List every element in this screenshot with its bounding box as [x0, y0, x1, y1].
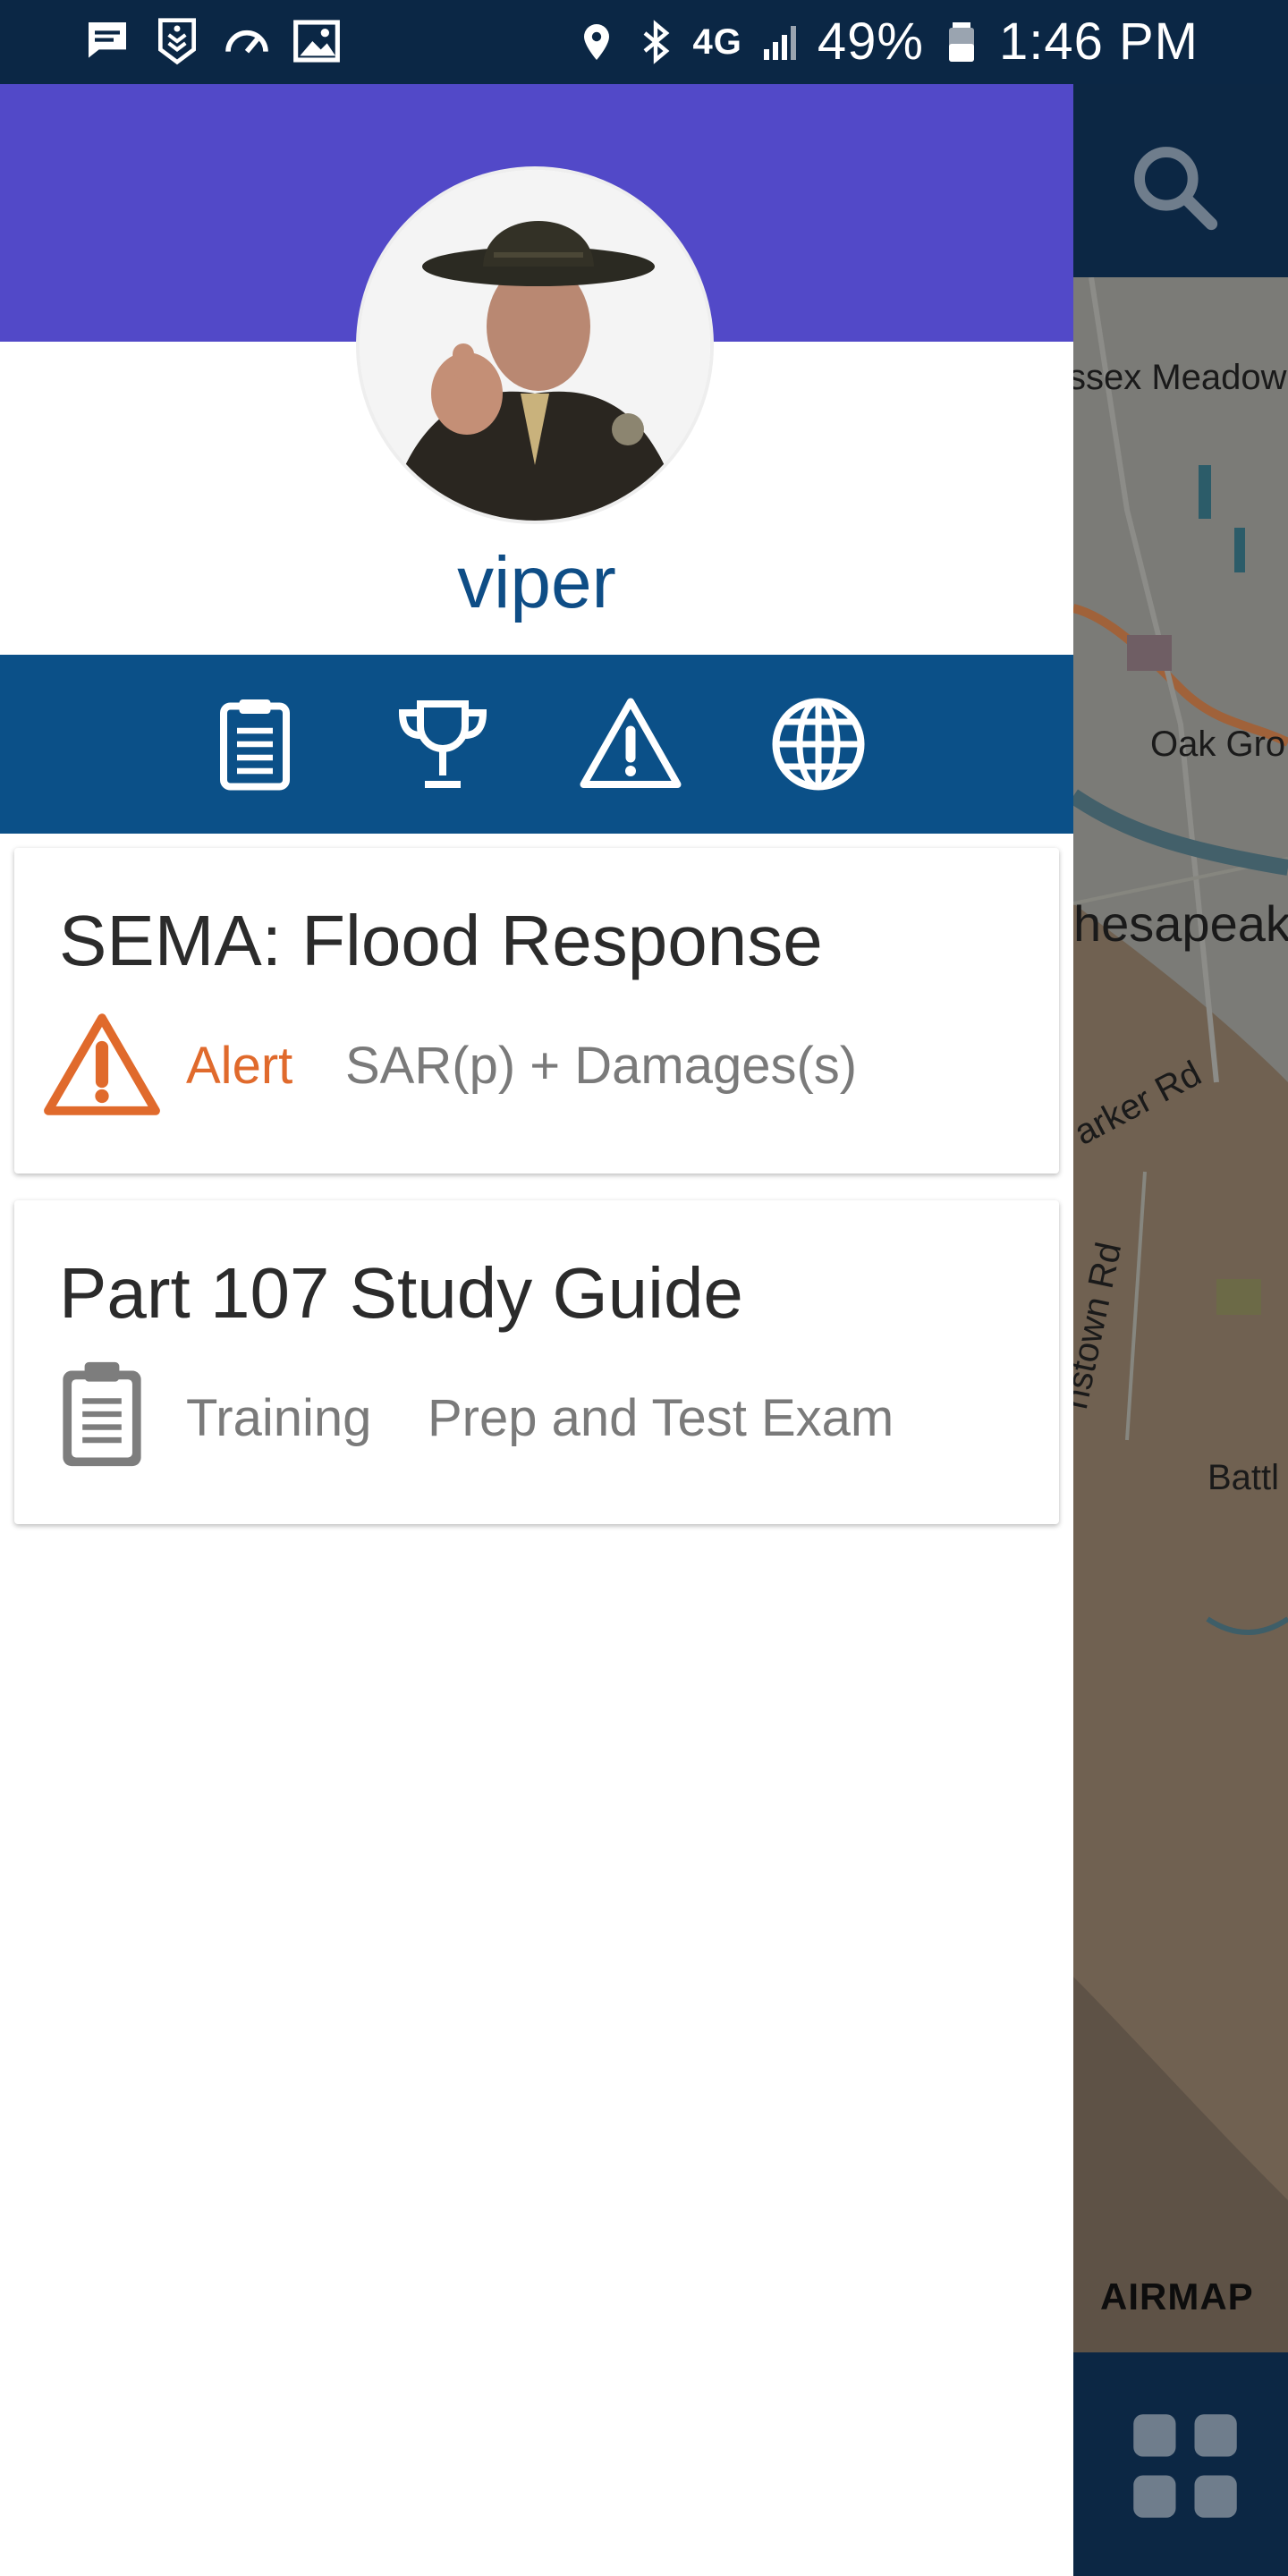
- drawer-nav-bar: [0, 655, 1073, 834]
- location-pin-icon: [583, 24, 609, 60]
- network-type: 4G: [692, 22, 742, 62]
- card-tag: Alert: [186, 1037, 293, 1095]
- mission-card[interactable]: SEMA: Flood Response Alert SAR(p) + Dama…: [14, 848, 1059, 1174]
- message-icon: [89, 22, 126, 58]
- clock: 1:46 PM: [999, 13, 1199, 71]
- alert-triangle-icon: [44, 1013, 160, 1115]
- bluetooth-icon: [643, 20, 669, 64]
- trophy-icon[interactable]: [389, 691, 496, 798]
- map-label: Oak Gro: [1150, 724, 1286, 764]
- map-view[interactable]: ssex Meadow Oak Gro hesapeak arker Rd ns…: [1073, 84, 1288, 2576]
- search-icon[interactable]: [1125, 138, 1224, 236]
- map-canvas[interactable]: ssex Meadow Oak Gro hesapeak arker Rd ns…: [1073, 277, 1288, 2352]
- map-toolbar: [1073, 84, 1288, 277]
- card-title: Part 107 Study Guide: [59, 1253, 743, 1333]
- card-tag: Training: [186, 1389, 372, 1447]
- status-bar: 4G 49% 1:46 PM: [0, 0, 1288, 84]
- airmap-logo: AIRMAP: [1100, 2275, 1254, 2318]
- card-description: Prep and Test Exam: [428, 1389, 894, 1447]
- globe-icon[interactable]: [765, 691, 872, 798]
- battery-icon: [949, 22, 974, 62]
- image-icon: [293, 20, 340, 63]
- username: viper: [457, 542, 616, 623]
- signal-icon: [763, 26, 796, 60]
- grid-menu-icon[interactable]: [1129, 2410, 1241, 2522]
- shield-badge-icon: [158, 18, 196, 65]
- card-description: SAR(p) + Damages(s): [345, 1037, 858, 1095]
- map-label: Battl: [1208, 1458, 1280, 1497]
- map-label: hesapeak: [1073, 895, 1288, 952]
- avatar[interactable]: [360, 170, 710, 521]
- map-label: ssex Meadow: [1073, 358, 1287, 397]
- avatar-image: [360, 170, 710, 521]
- clipboard-icon[interactable]: [201, 691, 309, 798]
- alert-triangle-icon[interactable]: [577, 691, 684, 798]
- battery-percent: 49%: [817, 13, 924, 71]
- map-bottom-bar: [1073, 2352, 1288, 2576]
- card-title: SEMA: Flood Response: [59, 901, 823, 980]
- speedometer-icon: [225, 30, 268, 54]
- clipboard-icon: [63, 1361, 141, 1467]
- navigation-drawer: viper SEMA: Flood Response Alert SAR(p) …: [0, 84, 1073, 2576]
- mission-card[interactable]: Part 107 Study Guide Training Prep and T…: [14, 1200, 1059, 1524]
